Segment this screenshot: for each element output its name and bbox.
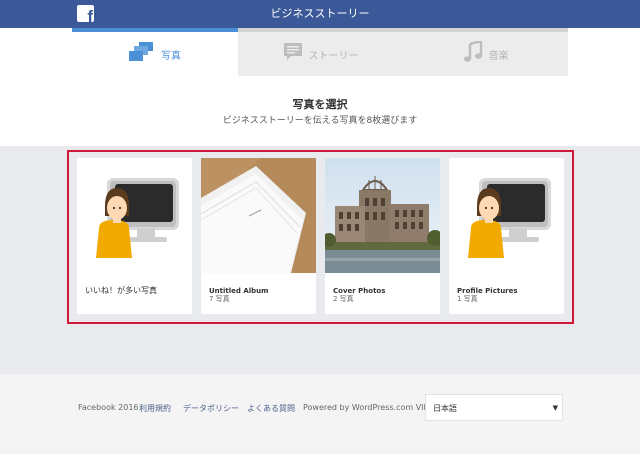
page-heading: 写真を選択 ビジネスストーリーを伝える写真を8枚選びます (0, 96, 640, 126)
album-card-cover-photos[interactable]: Cover Photos 2 写真 (325, 158, 440, 314)
album-name: いいね！が多い写真 (85, 286, 157, 295)
faq-link[interactable]: よくある質問 (247, 403, 295, 414)
top-bar: f ビジネスストーリー (0, 0, 640, 28)
music-icon (463, 39, 483, 67)
album-count: 7 写真 (209, 295, 230, 303)
language-select[interactable]: 日本語 ▼ (425, 394, 563, 421)
default-profile-image (449, 158, 564, 273)
album-cover-image (201, 158, 316, 273)
album-card-liked[interactable]: いいね！が多い写真 (77, 158, 192, 314)
tab-photos[interactable]: 写真 (72, 28, 238, 76)
app-title: ビジネスストーリー (270, 7, 370, 20)
powered-by-link[interactable]: Powered by WordPress.com VIP (303, 403, 428, 412)
album-cover-image (325, 158, 440, 273)
data-policy-link[interactable]: データポリシー (183, 403, 239, 414)
tab-story-label: ストーリー (308, 50, 359, 62)
tab-music-label: 音楽 (488, 50, 509, 62)
tab-music[interactable]: 音楽 (403, 28, 568, 76)
footer-copyright: Facebook 2016 (78, 403, 139, 412)
dropdown-arrow-icon: ▼ (552, 404, 558, 412)
language-value: 日本語 (433, 404, 457, 413)
page-subtitle: ビジネスストーリーを伝える写真を8枚選びます (222, 116, 418, 126)
album-card-untitled[interactable]: Untitled Album 7 写真 (201, 158, 316, 314)
page-title: 写真を選択 (292, 98, 348, 111)
default-profile-image (77, 158, 192, 273)
album-count: 1 写真 (457, 295, 478, 303)
album-card-profile-pictures[interactable]: Profile Pictures 1 写真 (449, 158, 564, 314)
tab-bar: 写真 ストーリー 音楽 (72, 28, 568, 76)
album-count: 2 写真 (333, 295, 354, 303)
tab-photos-label: 写真 (161, 50, 181, 62)
story-icon (283, 42, 303, 66)
photos-icon (129, 41, 155, 67)
tab-story[interactable]: ストーリー (238, 28, 403, 76)
terms-link[interactable]: 利用規約 (139, 403, 171, 414)
